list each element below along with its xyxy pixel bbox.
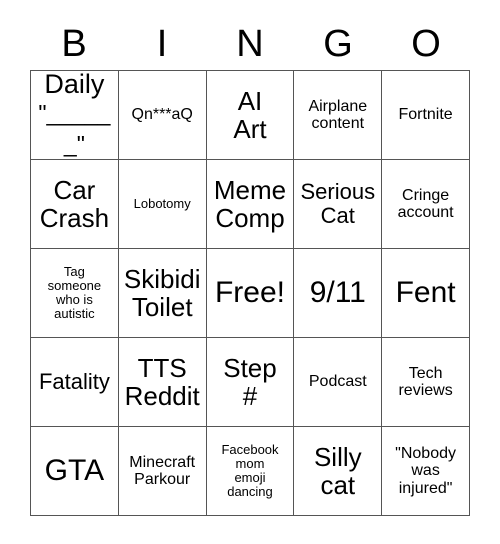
bingo-cell-text: Facebook mom emoji dancing (221, 441, 279, 500)
bingo-header-row: BINGO (30, 18, 470, 70)
bingo-cell-text: Fortnite (398, 106, 453, 124)
bingo-row: GTA Minecraft Parkour Facebook mom emoji d… (31, 427, 470, 516)
bingo-cell-line-blank: "______" (38, 100, 111, 158)
bingo-row: Car Crash Lobotomy Meme Comp Serious Cat Cri… (31, 160, 470, 249)
bingo-cell-text: Tag someone who is autistic (47, 263, 102, 322)
bingo-cell[interactable]: Minecraft Parkour (118, 427, 207, 516)
bingo-cell[interactable]: Lobotomy (118, 160, 207, 249)
bingo-cell-text: Podcast (308, 373, 367, 391)
bingo-cell-text: 9/11 (309, 275, 366, 309)
bingo-header-letter-n: N (236, 23, 264, 65)
bingo-cell-text: Lobotomy (133, 195, 191, 211)
bingo-cell[interactable]: Fatality (31, 338, 119, 427)
bingo-card: B I N G O Daily "______" Qn***aQ AI Art Airplane… (0, 0, 500, 544)
bingo-cell-text: Car Crash (39, 174, 110, 233)
bingo-cell[interactable]: Step # (206, 338, 295, 427)
bingo-cell-text: Skibidi Toilet (123, 263, 201, 322)
bingo-cell[interactable]: 9/11 (294, 249, 383, 338)
bingo-cell-text: Step # (223, 352, 277, 411)
bingo-cell[interactable]: GTA (31, 427, 119, 516)
bingo-cell[interactable]: TTS Reddit (118, 338, 207, 427)
bingo-cell[interactable]: Skibidi Toilet (118, 249, 207, 338)
bingo-header-letter-g: G (323, 23, 353, 65)
bingo-cell[interactable]: AI Art (206, 71, 295, 160)
bingo-header-letter-o: O (411, 23, 441, 65)
bingo-header-letter-i: I (156, 23, 168, 65)
bingo-cell[interactable]: Qn***aQ (118, 71, 207, 160)
bingo-free-space[interactable]: Free! (206, 249, 295, 338)
bingo-cell-text: Fent (395, 275, 456, 309)
bingo-cell[interactable]: Car Crash (31, 160, 119, 249)
bingo-cell-text: Fatality (38, 369, 110, 395)
bingo-cell[interactable]: Silly cat (294, 427, 383, 516)
bingo-cell[interactable]: Tech reviews (382, 338, 470, 427)
bingo-row: Fatality TTS Reddit Step # Podcast Tech revi… (31, 338, 470, 427)
bingo-cell-text: Airplane content (308, 97, 368, 132)
bingo-row: Tag someone who is autistic Skibidi Toile… (31, 249, 470, 338)
bingo-cell[interactable]: Cringe account (382, 160, 470, 249)
bingo-cell[interactable]: "Nobody was injured" (382, 427, 470, 516)
bingo-cell[interactable]: Daily "______" (31, 71, 119, 160)
bingo-cell-text: TTS Reddit (124, 352, 200, 411)
bingo-header-letter-b: B (61, 23, 87, 65)
bingo-cell-text: Serious Cat (300, 179, 376, 228)
bingo-cell[interactable]: Fent (382, 249, 470, 338)
bingo-cell-text: GTA (44, 453, 105, 487)
bingo-cell[interactable]: Fortnite (382, 71, 470, 160)
bingo-grid: Daily "______" Qn***aQ AI Art Airplane conte… (30, 70, 470, 516)
bingo-cell-text: AI Art (233, 85, 267, 144)
bingo-cell-text: Silly cat (313, 441, 362, 500)
bingo-cell-text: Free! (214, 275, 285, 309)
bingo-cell[interactable]: Airplane content (294, 71, 383, 160)
bingo-cell[interactable]: Podcast (294, 338, 383, 427)
bingo-cell[interactable]: Facebook mom emoji dancing (206, 427, 295, 516)
bingo-cell-text: Cringe account (397, 186, 454, 221)
bingo-cell-text: Qn***aQ (131, 106, 193, 124)
bingo-cell[interactable]: Serious Cat (294, 160, 383, 249)
bingo-cell[interactable]: Meme Comp (206, 160, 295, 249)
bingo-cell-text: "Nobody was injured" (395, 445, 456, 497)
bingo-cell-text: Meme Comp (213, 174, 287, 233)
bingo-row: Daily "______" Qn***aQ AI Art Airplane conte… (31, 71, 470, 160)
bingo-cell-line-primary: Daily (44, 71, 105, 99)
bingo-cell[interactable]: Tag someone who is autistic (31, 249, 119, 338)
bingo-cell-text: Tech reviews (398, 364, 453, 399)
bingo-cell-text: Minecraft Parkour (129, 453, 196, 488)
bingo-cell-text: Daily "______" (34, 71, 115, 159)
